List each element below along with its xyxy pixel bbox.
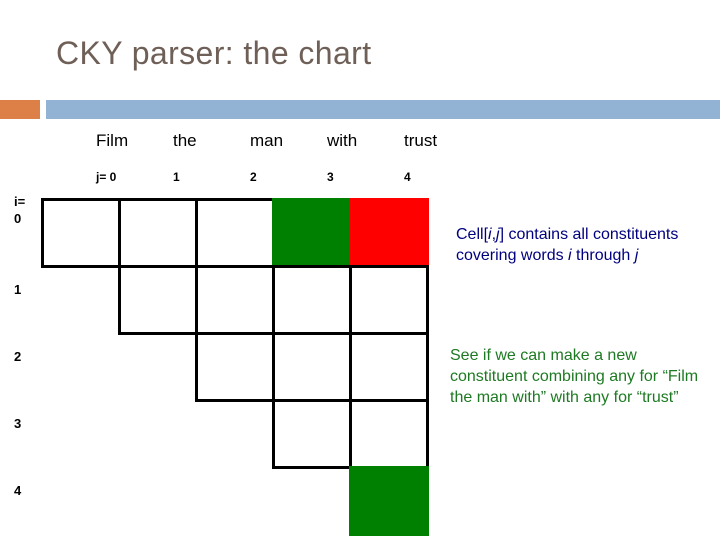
chart-cell-3-3[interactable]	[272, 399, 352, 469]
word-header-1: the	[173, 131, 197, 150]
column-index-4: 4	[404, 170, 411, 184]
column-index-0: j= 0	[96, 170, 117, 184]
row-index-1: 1	[14, 282, 22, 297]
note-fragment: through	[571, 247, 635, 264]
chart-cell-2-4[interactable]	[349, 332, 429, 402]
note-cell-definition: Cell[i,j] contains all constituents cove…	[456, 224, 708, 266]
row-index-2: 2	[14, 349, 22, 364]
chart-cell-1-3[interactable]	[272, 265, 352, 335]
row-axis-label: i=	[14, 194, 26, 209]
row-index-4: 4	[14, 483, 22, 498]
chart-cell-4-4[interactable]	[349, 466, 429, 536]
row-index-3: 3	[14, 416, 22, 431]
accent-bar-orange	[0, 100, 40, 119]
page-title: CKY parser: the chart	[56, 35, 372, 71]
column-index-2: 2	[250, 170, 257, 184]
note-fragment: j	[634, 247, 639, 264]
chart-cell-2-3[interactable]	[272, 332, 352, 402]
chart-cell-0-2[interactable]	[195, 198, 275, 268]
chart-cell-2-2[interactable]	[195, 332, 275, 402]
word-header-2: man	[250, 131, 284, 150]
chart-cell-0-1[interactable]	[118, 198, 198, 268]
column-index-3: 3	[327, 170, 334, 184]
row-index-0: 0	[14, 211, 22, 226]
slide-canvas: CKY parser: the chart Film the man with trus…	[0, 0, 720, 540]
accent-bar-blue	[46, 100, 720, 119]
chart-cell-0-0[interactable]	[41, 198, 121, 268]
word-header-4: trust	[404, 131, 438, 150]
chart-cell-1-2[interactable]	[195, 265, 275, 335]
note-combine-step: See if we can make a new constituent com…	[450, 347, 699, 406]
chart-cell-0-4[interactable]	[349, 198, 429, 268]
chart-cell-3-4[interactable]	[349, 399, 429, 469]
cky-chart-grid	[0, 0, 720, 540]
chart-cell-1-4[interactable]	[349, 265, 429, 335]
column-index-1: 1	[173, 170, 180, 184]
word-header-0: Film	[96, 131, 129, 150]
note-fragment: Cell[	[456, 226, 489, 243]
chart-cell-0-3[interactable]	[272, 198, 352, 268]
word-header-3: with	[327, 131, 358, 150]
chart-cell-1-1[interactable]	[118, 265, 198, 335]
